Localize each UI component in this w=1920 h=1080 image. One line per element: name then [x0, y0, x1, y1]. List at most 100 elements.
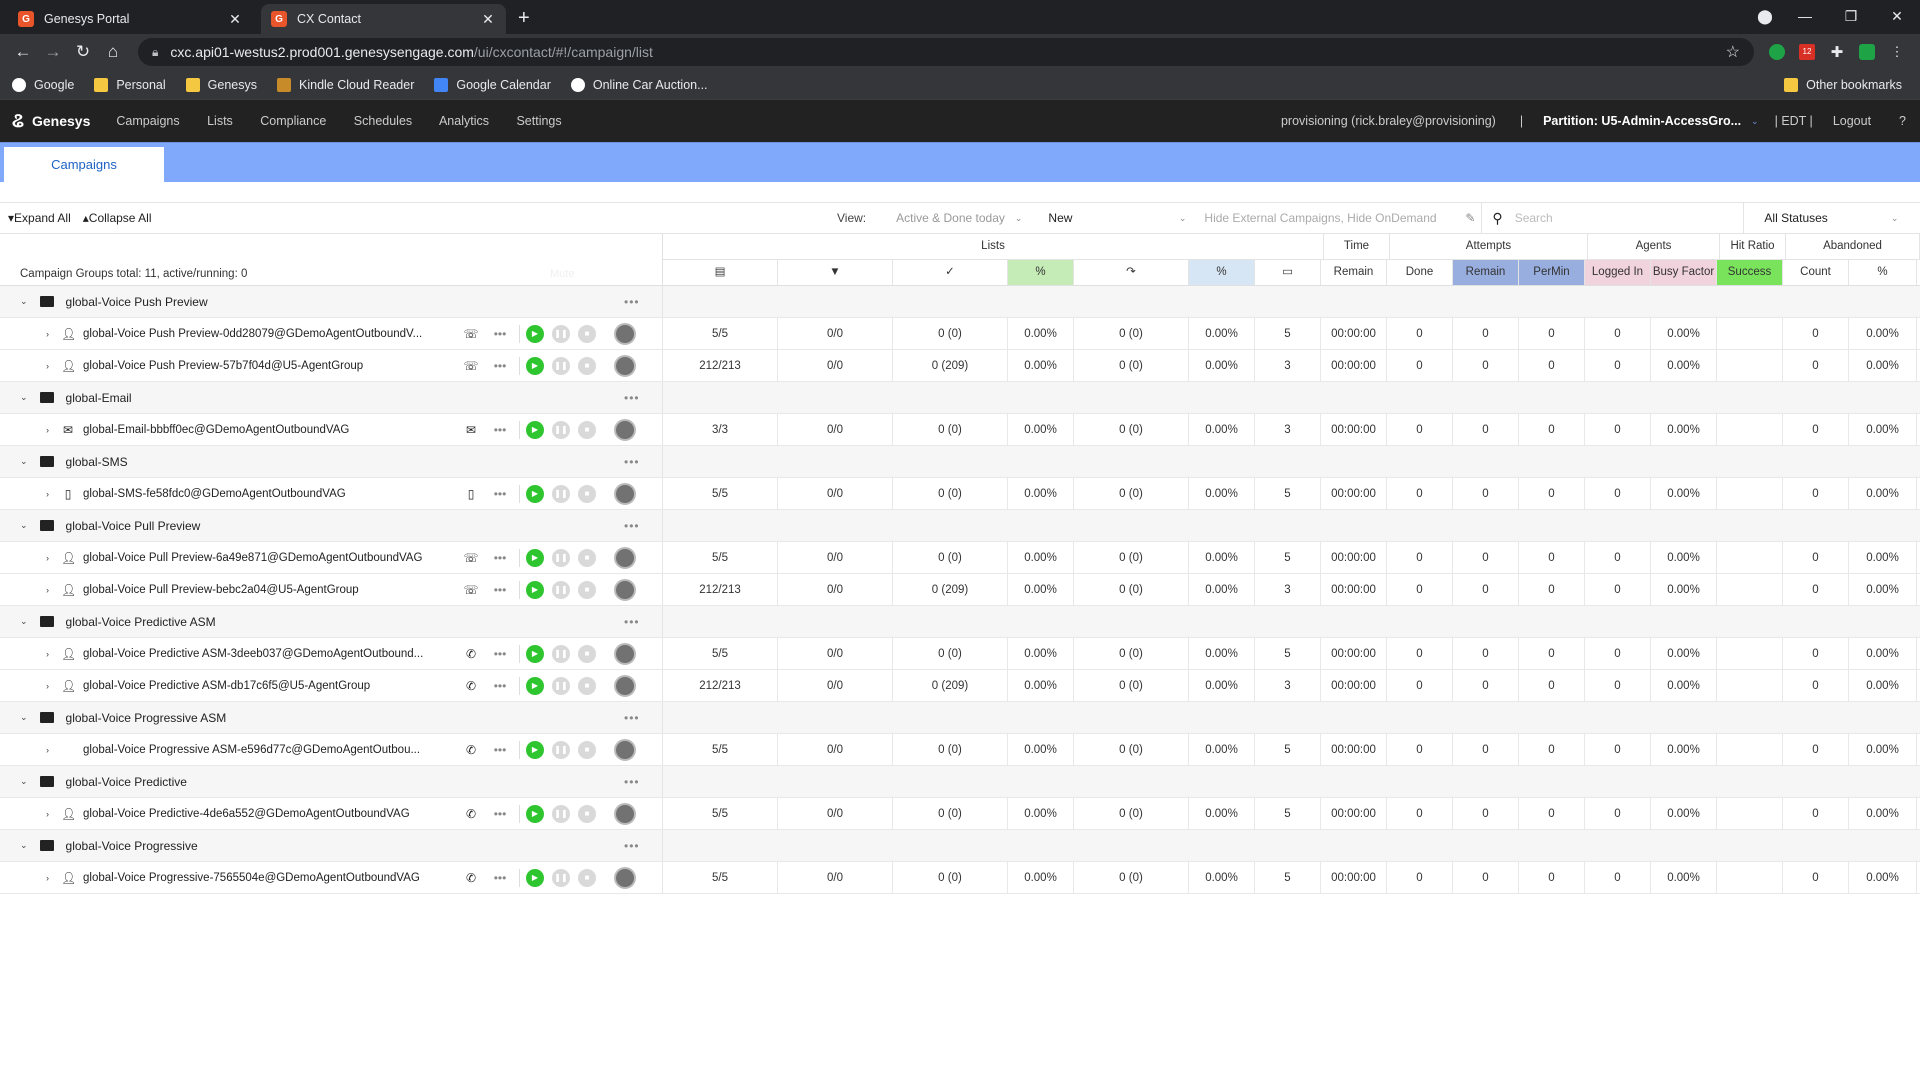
- tab-cx-contact[interactable]: G CX Contact ✕: [261, 4, 506, 34]
- new-dropdown[interactable]: New ⌄: [1042, 203, 1192, 233]
- stop-icon[interactable]: ■: [578, 804, 596, 823]
- campaign-row[interactable]: › 👤︎ global-Voice Predictive-4de6a552@GDem…: [0, 798, 1920, 830]
- collapse-all-button[interactable]: ▴Collapse All: [83, 211, 152, 225]
- col-hit-success[interactable]: Success: [1717, 259, 1783, 285]
- bookmark-personal[interactable]: Personal: [94, 77, 166, 92]
- play-icon[interactable]: ▶: [526, 804, 544, 823]
- pause-icon[interactable]: ❚❚: [552, 740, 570, 759]
- chevron-right-icon[interactable]: ›: [46, 425, 49, 435]
- filter-column-icon[interactable]: ▼: [778, 259, 893, 285]
- bookmark-star-icon[interactable]: ☆: [1726, 42, 1740, 62]
- genesys-logo[interactable]: ଌ Genesys: [12, 110, 90, 133]
- more-options-icon[interactable]: •••: [624, 615, 654, 629]
- pause-icon[interactable]: ❚❚: [552, 356, 570, 375]
- adblock-extension-icon[interactable]: [1762, 44, 1792, 60]
- campaign-group-row[interactable]: ⌄ global-SMS •••: [0, 446, 1920, 478]
- stop-icon[interactable]: ■: [578, 644, 596, 663]
- more-options-icon[interactable]: •••: [624, 839, 654, 853]
- new-tab-button[interactable]: +: [518, 4, 530, 34]
- shield-extension-icon[interactable]: [1852, 44, 1882, 60]
- pause-icon[interactable]: ❚❚: [552, 484, 570, 503]
- restore-button[interactable]: ❐: [1828, 0, 1874, 34]
- minimize-button[interactable]: —: [1782, 0, 1828, 34]
- chevron-right-icon[interactable]: ›: [46, 873, 49, 883]
- stop-icon[interactable]: ■: [578, 484, 596, 503]
- stop-icon[interactable]: ■: [578, 356, 596, 375]
- chevron-down-icon[interactable]: ⌄: [20, 712, 28, 723]
- campaign-name[interactable]: global-Voice Predictive-4de6a552@GDemoAg…: [83, 808, 441, 820]
- expand-all-button[interactable]: ▾Expand All: [8, 211, 71, 225]
- campaign-name[interactable]: global-Voice Pull Preview-bebc2a04@U5-Ag…: [83, 584, 441, 596]
- campaign-group-row[interactable]: ⌄ global-Voice Push Preview •••: [0, 286, 1920, 318]
- col-attempts-permin[interactable]: PerMin: [1519, 259, 1585, 285]
- chevron-down-icon[interactable]: ⌄: [20, 520, 28, 531]
- bookmark-car-auction[interactable]: Online Car Auction...: [570, 77, 708, 92]
- search-input[interactable]: ⚲ Search: [1482, 203, 1745, 233]
- bookmark-genesys[interactable]: Genesys: [185, 77, 257, 92]
- more-options-icon[interactable]: •••: [485, 423, 515, 437]
- profile-dropdown-icon[interactable]: ⬤: [1748, 0, 1782, 34]
- stop-icon[interactable]: ■: [578, 740, 596, 759]
- col-done-percent[interactable]: %: [1008, 259, 1074, 285]
- nav-analytics[interactable]: Analytics: [439, 114, 489, 128]
- calendar-extension-icon[interactable]: 12: [1792, 44, 1822, 60]
- campaign-row[interactable]: › 👤︎ global-Voice Predictive ASM-3deeb037@…: [0, 638, 1920, 670]
- chevron-down-icon[interactable]: ⌄: [1751, 116, 1759, 127]
- col-time-remain[interactable]: Remain: [1321, 259, 1387, 285]
- play-icon[interactable]: ▶: [526, 356, 544, 375]
- more-options-icon[interactable]: •••: [485, 743, 515, 757]
- campaign-name[interactable]: global-SMS-fe58fdc0@GDemoAgentOutboundVA…: [83, 488, 441, 500]
- more-options-icon[interactable]: •••: [485, 327, 515, 341]
- chevron-right-icon[interactable]: ›: [46, 553, 49, 563]
- campaign-name[interactable]: global-Voice Push Preview-0dd28079@GDemo…: [83, 328, 441, 340]
- more-options-icon[interactable]: •••: [485, 807, 515, 821]
- tab-campaigns[interactable]: Campaigns: [4, 147, 164, 183]
- more-options-icon[interactable]: •••: [624, 295, 654, 309]
- campaign-row[interactable]: › ✉ global-Email-bbbff0ec@GDemoAgentOutbou…: [0, 414, 1920, 446]
- nav-compliance[interactable]: Compliance: [260, 114, 326, 128]
- campaign-row[interactable]: › 👤︎ global-Voice Predictive ASM-db17c6f5@…: [0, 670, 1920, 702]
- chevron-down-icon[interactable]: ⌄: [20, 776, 28, 787]
- other-bookmarks[interactable]: Other bookmarks: [1784, 77, 1902, 92]
- pause-icon[interactable]: ❚❚: [552, 676, 570, 695]
- play-icon[interactable]: ▶: [526, 868, 544, 887]
- records-column-icon[interactable]: ▤: [663, 259, 778, 285]
- pause-icon[interactable]: ❚❚: [552, 804, 570, 823]
- stop-icon[interactable]: ■: [578, 580, 596, 599]
- view-dropdown[interactable]: Active & Done today ⌄: [890, 203, 1028, 233]
- chevron-right-icon[interactable]: ›: [46, 649, 49, 659]
- stop-icon[interactable]: ■: [578, 868, 596, 887]
- user-menu[interactable]: provisioning (rick.braley@provisioning): [1281, 114, 1496, 128]
- campaign-group-row[interactable]: ⌄ global-Voice Predictive •••: [0, 766, 1920, 798]
- campaign-name[interactable]: global-Email-bbbff0ec@GDemoAgentOutbound…: [83, 424, 441, 436]
- more-options-icon[interactable]: •••: [485, 647, 515, 661]
- pause-icon[interactable]: ❚❚: [552, 580, 570, 599]
- chevron-right-icon[interactable]: ›: [46, 681, 49, 691]
- campaign-row[interactable]: › 👤︎ global-Voice Push Preview-57b7f04d@U5…: [0, 350, 1920, 382]
- stop-icon[interactable]: ■: [578, 420, 596, 439]
- chevron-right-icon[interactable]: ›: [46, 585, 49, 595]
- campaign-group-row[interactable]: ⌄ global-Voice Pull Preview •••: [0, 510, 1920, 542]
- close-tab-icon[interactable]: ✕: [480, 11, 496, 28]
- col-agents-busy-factor[interactable]: Busy Factor: [1651, 259, 1717, 285]
- col-attempts-done[interactable]: Done: [1387, 259, 1453, 285]
- campaign-group-row[interactable]: ⌄ global-Voice Progressive •••: [0, 830, 1920, 862]
- play-icon[interactable]: ▶: [526, 420, 544, 439]
- more-options-icon[interactable]: •••: [485, 871, 515, 885]
- chevron-right-icon[interactable]: ›: [46, 329, 49, 339]
- logout-link[interactable]: Logout: [1833, 114, 1871, 128]
- campaign-name[interactable]: global-Voice Predictive ASM-db17c6f5@U5-…: [83, 680, 441, 692]
- campaign-group-row[interactable]: ⌄ global-Email •••: [0, 382, 1920, 414]
- tab-genesys-portal[interactable]: G Genesys Portal ✕: [8, 4, 253, 34]
- more-options-icon[interactable]: •••: [485, 359, 515, 373]
- more-options-icon[interactable]: •••: [624, 775, 654, 789]
- chevron-down-icon[interactable]: ⌄: [20, 456, 28, 467]
- pause-icon[interactable]: ❚❚: [552, 868, 570, 887]
- play-icon[interactable]: ▶: [526, 324, 544, 343]
- pause-icon[interactable]: ❚❚: [552, 644, 570, 663]
- campaign-row[interactable]: › 👤︎ global-Voice Progressive-7565504e@GDe…: [0, 862, 1920, 894]
- play-icon[interactable]: ▶: [526, 676, 544, 695]
- bookmark-kindle[interactable]: Kindle Cloud Reader: [277, 77, 414, 92]
- chevron-down-icon[interactable]: ⌄: [20, 616, 28, 627]
- chevron-right-icon[interactable]: ›: [46, 361, 49, 371]
